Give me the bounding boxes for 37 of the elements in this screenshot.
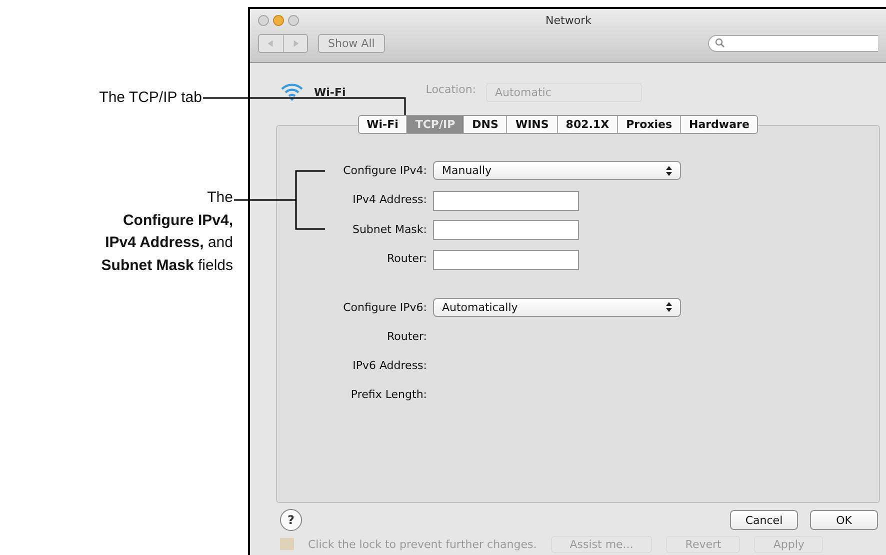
tab[interactable]: DNS [464, 116, 508, 133]
callout-text: The TCP/IP tab [99, 88, 202, 108]
back-forward-buttons[interactable] [258, 34, 308, 52]
tab[interactable]: 802.1X [558, 116, 618, 133]
popup-menu[interactable]: Manually [433, 161, 681, 180]
callout-text: The Configure IPv4, IPv4 Address, and Subnet Mask fields [101, 188, 233, 276]
minimize-button[interactable] [273, 14, 284, 26]
dialog-button[interactable]: Cancel [730, 510, 798, 530]
field-label: IPv6 Address: [352, 358, 427, 374]
input-field[interactable] [433, 190, 579, 210]
search-field[interactable] [708, 34, 878, 52]
help-button[interactable]: ? [280, 509, 302, 531]
field-label: Configure IPv6: [342, 300, 427, 316]
close-button[interactable] [258, 14, 269, 26]
field-label: Subnet Mask: [351, 222, 427, 238]
input-field[interactable] [433, 250, 579, 270]
search-icon [715, 38, 725, 48]
show-all-button[interactable]: Show All [318, 34, 385, 52]
tab[interactable]: WINS [507, 116, 558, 133]
tab[interactable]: Hardware [681, 116, 758, 133]
location-label: Location: [426, 82, 476, 98]
wifi-icon [280, 83, 304, 101]
tab[interactable]: Proxies [618, 116, 681, 133]
dialog-button[interactable]: OK [810, 510, 878, 530]
field-label: Configure IPv4: [342, 163, 427, 179]
field-label: Prefix Length: [350, 386, 427, 402]
popup-menu[interactable]: Automatically [433, 298, 681, 316]
zoom-button[interactable] [288, 14, 299, 26]
field-label: Router: [386, 251, 427, 267]
stepper-arrows-icon [666, 166, 672, 176]
lock-text: Click the lock to prevent further changes. [308, 538, 537, 550]
service-name: Wi-Fi [314, 86, 346, 98]
stepper-arrows-icon [666, 302, 672, 312]
input-field[interactable] [433, 220, 579, 240]
field-label: IPv4 Address: [352, 192, 427, 208]
window-title: Network [544, 14, 592, 26]
field-label: Router: [386, 328, 427, 344]
